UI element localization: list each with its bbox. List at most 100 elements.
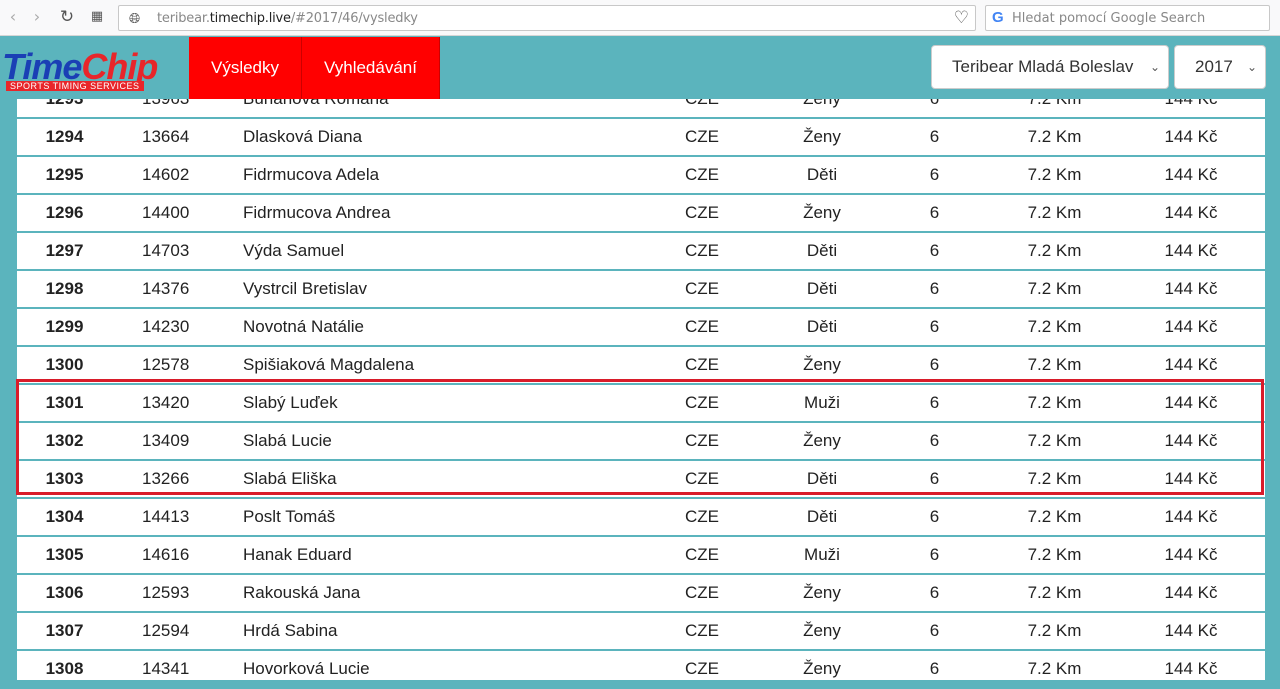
category-cell: Děti	[767, 498, 877, 537]
rank-cell: 1296	[17, 194, 112, 233]
category-cell: Děti	[767, 232, 877, 271]
category-cell: Děti	[767, 308, 877, 347]
amount-cell: 144 Kč	[1117, 498, 1265, 537]
apps-grid-icon[interactable]: ▦	[86, 6, 108, 28]
table-row[interactable]: 1304 14413 Poslt Tomáš CZE Děti 6 7.2 Km 144 Kč	[17, 498, 1265, 537]
name-cell: Novotná Natálie	[227, 308, 637, 347]
table-row[interactable]: 1295 14602 Fidrmucova Adela CZE Děti 6 7.2 Km 1…	[17, 156, 1265, 195]
distance-cell: 7.2 Km	[992, 308, 1117, 347]
distance-cell: 7.2 Km	[992, 650, 1117, 689]
table-row[interactable]: 1299 14230 Novotná Natálie CZE Děti 6 7.2 Km 14…	[17, 308, 1265, 347]
bib-cell: 14616	[112, 536, 227, 575]
distance-cell: 7.2 Km	[992, 232, 1117, 271]
bib-cell: 14376	[112, 270, 227, 309]
bib-cell: 14703	[112, 232, 227, 271]
category-cell: Muži	[767, 536, 877, 575]
nationality-cell: CZE	[637, 232, 767, 271]
nationality-cell: CZE	[637, 156, 767, 195]
rank-cell: 1299	[17, 308, 112, 347]
amount-cell: 144 Kč	[1117, 156, 1265, 195]
amount-cell: 144 Kč	[1117, 270, 1265, 309]
laps-cell: 6	[877, 308, 992, 347]
laps-cell: 6	[877, 536, 992, 575]
category-cell: Ženy	[767, 650, 877, 689]
table-row[interactable]: 1294 13664 Dlasková Diana CZE Ženy 6 7.2 Km 144…	[17, 118, 1265, 157]
tab-results[interactable]: Výsledky	[189, 37, 302, 99]
name-cell: Hanak Eduard	[227, 536, 637, 575]
rank-cell: 1307	[17, 612, 112, 651]
laps-cell: 6	[877, 156, 992, 195]
back-icon[interactable]: ‹	[2, 6, 24, 28]
category-cell: Ženy	[767, 194, 877, 233]
nationality-cell: CZE	[637, 574, 767, 613]
bib-cell: 14341	[112, 650, 227, 689]
rank-cell: 1306	[17, 574, 112, 613]
name-cell: Vystrcil Bretislav	[227, 270, 637, 309]
bib-cell: 13664	[112, 118, 227, 157]
table-row[interactable]: 1308 14341 Hovorková Lucie CZE Ženy 6 7.2 Km 14…	[17, 650, 1265, 689]
rank-cell: 1295	[17, 156, 112, 195]
laps-cell: 6	[877, 118, 992, 157]
bib-cell: 12594	[112, 612, 227, 651]
nationality-cell: CZE	[637, 536, 767, 575]
amount-cell: 144 Kč	[1117, 308, 1265, 347]
chevron-down-icon: ⌄	[1246, 60, 1257, 74]
laps-cell: 6	[877, 574, 992, 613]
laps-cell: 6	[877, 650, 992, 689]
rank-cell: 1305	[17, 536, 112, 575]
nationality-cell: CZE	[637, 118, 767, 157]
laps-cell: 6	[877, 232, 992, 271]
distance-cell: 7.2 Km	[992, 574, 1117, 613]
amount-cell: 144 Kč	[1117, 612, 1265, 651]
tab-search[interactable]: Vyhledávání	[302, 37, 440, 99]
category-cell: Ženy	[767, 574, 877, 613]
url-domain: timechip.live	[209, 11, 291, 26]
table-row[interactable]: 1305 14616 Hanak Eduard CZE Muži 6 7.2 Km 144 K…	[17, 536, 1265, 575]
rank-cell: 1304	[17, 498, 112, 537]
nationality-cell: CZE	[637, 498, 767, 537]
forward-icon[interactable]: ›	[26, 6, 48, 28]
bib-cell: 14230	[112, 308, 227, 347]
globe-icon: 🌐︎	[129, 10, 141, 26]
distance-cell: 7.2 Km	[992, 270, 1117, 309]
bib-cell: 12593	[112, 574, 227, 613]
year-select-value: 2017	[1195, 57, 1233, 76]
laps-cell: 6	[877, 498, 992, 537]
chevron-down-icon: ⌄	[1149, 60, 1160, 74]
address-bar[interactable]: 🌐︎ teribear.timechip.live/#2017/46/vysle…	[118, 5, 976, 31]
laps-cell: 6	[877, 194, 992, 233]
nationality-cell: CZE	[637, 308, 767, 347]
name-cell: Rakouská Jana	[227, 574, 637, 613]
rank-cell: 1294	[17, 118, 112, 157]
rank-cell: 1297	[17, 232, 112, 271]
distance-cell: 7.2 Km	[992, 118, 1117, 157]
search-placeholder: Hledat pomocí Google Search	[1012, 11, 1206, 26]
amount-cell: 144 Kč	[1117, 232, 1265, 271]
browser-toolbar: ‹ › ↻ ▦ 🌐︎ teribear.timechip.live/#2017/…	[0, 0, 1280, 36]
name-cell: Hovorková Lucie	[227, 650, 637, 689]
category-cell: Ženy	[767, 612, 877, 651]
name-cell: Fidrmucova Adela	[227, 156, 637, 195]
name-cell: Výda Samuel	[227, 232, 637, 271]
timechip-logo[interactable]: TimeChip SPORTS TIMING SERVICES	[2, 46, 177, 91]
distance-cell: 7.2 Km	[992, 156, 1117, 195]
reload-icon[interactable]: ↻	[56, 6, 78, 28]
heart-icon[interactable]: ♡	[954, 8, 969, 28]
category-cell: Děti	[767, 270, 877, 309]
year-select[interactable]: 2017 ⌄	[1174, 45, 1266, 89]
distance-cell: 7.2 Km	[992, 498, 1117, 537]
table-row[interactable]: 1296 14400 Fidrmucova Andrea CZE Ženy 6 7.2 Km…	[17, 194, 1265, 233]
category-cell: Ženy	[767, 118, 877, 157]
name-cell: Dlasková Diana	[227, 118, 637, 157]
url-prefix: teribear.	[157, 11, 210, 26]
amount-cell: 144 Kč	[1117, 536, 1265, 575]
table-row[interactable]: 1297 14703 Výda Samuel CZE Děti 6 7.2 Km 144 Kč	[17, 232, 1265, 271]
search-bar[interactable]: G Hledat pomocí Google Search	[985, 5, 1270, 31]
event-select[interactable]: Teribear Mladá Boleslav ⌄	[931, 45, 1169, 89]
url-text: teribear.timechip.live/#2017/46/vysledky	[157, 11, 418, 26]
google-icon: G	[992, 9, 1004, 26]
table-row[interactable]: 1307 12594 Hrdá Sabina CZE Ženy 6 7.2 Km 144 Kč	[17, 612, 1265, 651]
table-row[interactable]: 1306 12593 Rakouská Jana CZE Ženy 6 7.2 Km 144 …	[17, 574, 1265, 613]
table-row[interactable]: 1298 14376 Vystrcil Bretislav CZE Děti 6 7.2 K…	[17, 270, 1265, 309]
nationality-cell: CZE	[637, 612, 767, 651]
